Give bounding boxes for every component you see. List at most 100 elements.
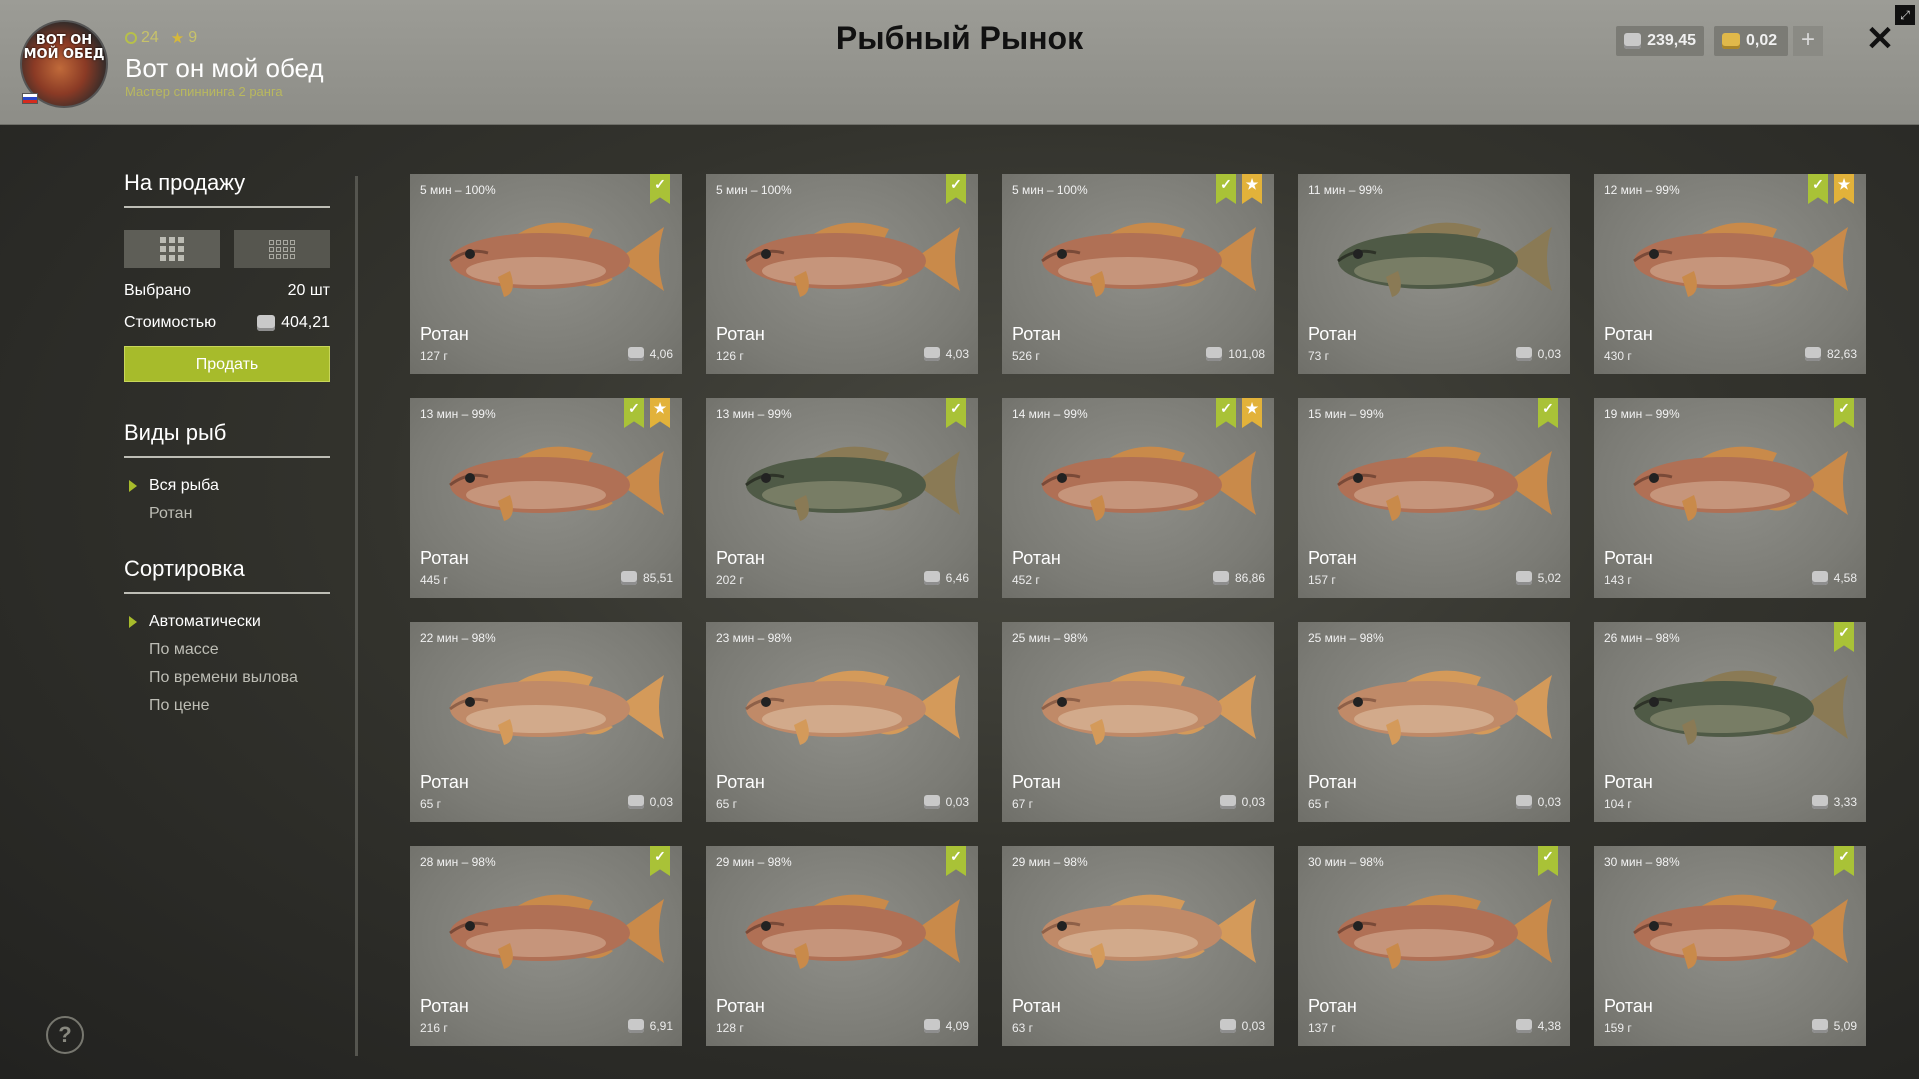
fish-price-value: 0,03 <box>945 795 969 809</box>
small-grid-view-button[interactable] <box>234 230 330 268</box>
selected-check-icon[interactable]: ✓ <box>650 174 670 204</box>
close-button[interactable]: ✕ <box>1864 20 1896 60</box>
sidebar: На продажу Выбрано 20 шт Стоимостью 404,… <box>124 170 330 720</box>
silver-value: 239,45 <box>1647 32 1696 49</box>
fish-price-value: 5,02 <box>1537 571 1561 585</box>
fish-card[interactable]: 28 мин – 98% ✓ Ротан 216 г 6,91 <box>410 846 682 1046</box>
fish-name: Ротан <box>420 324 469 344</box>
catch-time: 5 мин – 100% <box>716 183 792 197</box>
fish-image <box>1010 209 1266 309</box>
fish-card[interactable]: 29 мин – 98% Ротан 63 г 0,03 <box>1002 846 1274 1046</box>
fish-card[interactable]: 12 мин – 99% ✓ ★ Ротан 430 г 82,63 <box>1594 174 1866 374</box>
silver-coin-icon <box>923 1019 940 1033</box>
fish-price-value: 4,09 <box>945 1019 969 1033</box>
selected-check-icon[interactable]: ✓ <box>946 846 966 876</box>
fish-name: Ротан <box>1604 996 1653 1016</box>
fullscreen-icon[interactable]: ⤢ <box>1895 5 1915 25</box>
fish-price-value: 5,09 <box>1833 1019 1857 1033</box>
fish-card[interactable]: 25 мин – 98% Ротан 67 г 0,03 <box>1002 622 1274 822</box>
fish-card[interactable]: 22 мин – 98% Ротан 65 г 0,03 <box>410 622 682 822</box>
fish-card[interactable]: 19 мин – 99% ✓ Ротан 143 г 4,58 <box>1594 398 1866 598</box>
selected-check-icon[interactable]: ✓ <box>1216 398 1236 428</box>
catch-time: 29 мин – 98% <box>716 855 792 869</box>
fish-card[interactable]: 29 мин – 98% ✓ Ротан 128 г 4,09 <box>706 846 978 1046</box>
fish-card[interactable]: 25 мин – 98% Ротан 65 г 0,03 <box>1298 622 1570 822</box>
cost-label: Стоимостью <box>124 314 217 331</box>
fish-price: 6,91 <box>627 1019 673 1033</box>
selected-check-icon[interactable]: ✓ <box>1538 846 1558 876</box>
catch-time: 25 мин – 98% <box>1308 631 1384 645</box>
fish-price: 0,03 <box>923 795 969 809</box>
selected-check-icon[interactable]: ✓ <box>1834 398 1854 428</box>
fish-name: Ротан <box>1308 548 1357 568</box>
fish-card[interactable]: 14 мин – 99% ✓ ★ Ротан 452 г 86,86 <box>1002 398 1274 598</box>
fish-card[interactable]: 23 мин – 98% Ротан 65 г 0,03 <box>706 622 978 822</box>
fish-card[interactable]: 13 мин – 99% ✓ Ротан 202 г 6,46 <box>706 398 978 598</box>
selected-check-icon[interactable]: ✓ <box>946 174 966 204</box>
help-button[interactable]: ? <box>46 1016 84 1054</box>
large-grid-view-button[interactable] <box>124 230 220 268</box>
card-badges: ✓ <box>650 174 670 204</box>
fish-card[interactable]: 26 мин – 98% ✓ Ротан 104 г 3,33 <box>1594 622 1866 822</box>
fish-price: 3,33 <box>1811 795 1857 809</box>
fish-image <box>714 209 970 309</box>
add-gold-button[interactable]: + <box>1793 26 1823 56</box>
species-item-rotan[interactable]: Ротан <box>124 500 330 528</box>
fish-price: 4,09 <box>923 1019 969 1033</box>
fish-card[interactable]: 5 мин – 100% ✓ Ротан 127 г 4,06 <box>410 174 682 374</box>
selected-check-icon[interactable]: ✓ <box>650 846 670 876</box>
fish-card[interactable]: 11 мин – 99% Ротан 73 г 0,03 <box>1298 174 1570 374</box>
catch-time: 12 мин – 99% <box>1604 183 1680 197</box>
sort-heading: Сортировка <box>124 556 330 594</box>
fish-price: 0,03 <box>1515 347 1561 361</box>
fish-price-value: 6,91 <box>649 1019 673 1033</box>
silver-coin-icon <box>620 571 637 585</box>
selected-check-icon[interactable]: ✓ <box>1538 398 1558 428</box>
catch-time: 30 мин – 98% <box>1308 855 1384 869</box>
sort-item-price[interactable]: По цене <box>124 692 330 720</box>
fish-image <box>418 881 674 981</box>
fish-price: 0,03 <box>627 795 673 809</box>
fish-card[interactable]: 13 мин – 99% ✓ ★ Ротан 445 г 85,51 <box>410 398 682 598</box>
fish-image <box>714 433 970 533</box>
fish-price-value: 0,03 <box>1241 1019 1265 1033</box>
sort-item-auto[interactable]: Автоматически <box>124 608 330 636</box>
sort-item-time[interactable]: По времени вылова <box>124 664 330 692</box>
sort-item-mass[interactable]: По массе <box>124 636 330 664</box>
fish-card[interactable]: 30 мин – 98% ✓ Ротан 159 г 5,09 <box>1594 846 1866 1046</box>
silver-coin-icon <box>257 315 276 331</box>
fish-card[interactable]: 5 мин – 100% ✓ Ротан 126 г 4,03 <box>706 174 978 374</box>
fish-price: 82,63 <box>1804 347 1857 361</box>
selected-check-icon[interactable]: ✓ <box>624 398 644 428</box>
fish-weight: 159 г <box>1604 1021 1632 1035</box>
view-toggles <box>124 230 330 268</box>
catch-time: 14 мин – 99% <box>1012 407 1088 421</box>
selected-check-icon[interactable]: ✓ <box>1808 174 1828 204</box>
selected-check-icon[interactable]: ✓ <box>946 398 966 428</box>
fish-card[interactable]: 15 мин – 99% ✓ Ротан 157 г 5,02 <box>1298 398 1570 598</box>
fish-price-value: 4,03 <box>945 347 969 361</box>
trophy-star-icon: ★ <box>1242 398 1262 428</box>
cost-value: 404,21 <box>281 314 330 331</box>
catch-time: 28 мин – 98% <box>420 855 496 869</box>
card-badges: ✓ <box>946 846 966 876</box>
fish-card[interactable]: 30 мин – 98% ✓ Ротан 137 г 4,38 <box>1298 846 1570 1046</box>
selected-check-icon[interactable]: ✓ <box>1216 174 1236 204</box>
trophy-star-icon: ★ <box>1242 174 1262 204</box>
sell-button[interactable]: Продать <box>124 346 330 382</box>
species-item-all[interactable]: Вся рыба <box>124 472 330 500</box>
silver-coin-icon <box>1219 1019 1236 1033</box>
fish-card[interactable]: 5 мин – 100% ✓ ★ Ротан 526 г 101,08 <box>1002 174 1274 374</box>
fish-price-value: 0,03 <box>1241 795 1265 809</box>
selected-check-icon[interactable]: ✓ <box>1834 846 1854 876</box>
sort-list: Автоматически По массе По времени вылова… <box>124 608 330 720</box>
fish-weight: 104 г <box>1604 797 1632 811</box>
fish-price: 4,03 <box>923 347 969 361</box>
selected-check-icon[interactable]: ✓ <box>1834 622 1854 652</box>
silver-coin-icon <box>1212 571 1229 585</box>
fish-image <box>418 433 674 533</box>
fish-price: 85,51 <box>620 571 673 585</box>
fish-name: Ротан <box>1308 324 1357 344</box>
fish-grid: 5 мин – 100% ✓ Ротан 127 г 4,06 5 мин – 100% ✓… <box>410 174 1866 1046</box>
fish-weight: 445 г <box>420 573 448 587</box>
